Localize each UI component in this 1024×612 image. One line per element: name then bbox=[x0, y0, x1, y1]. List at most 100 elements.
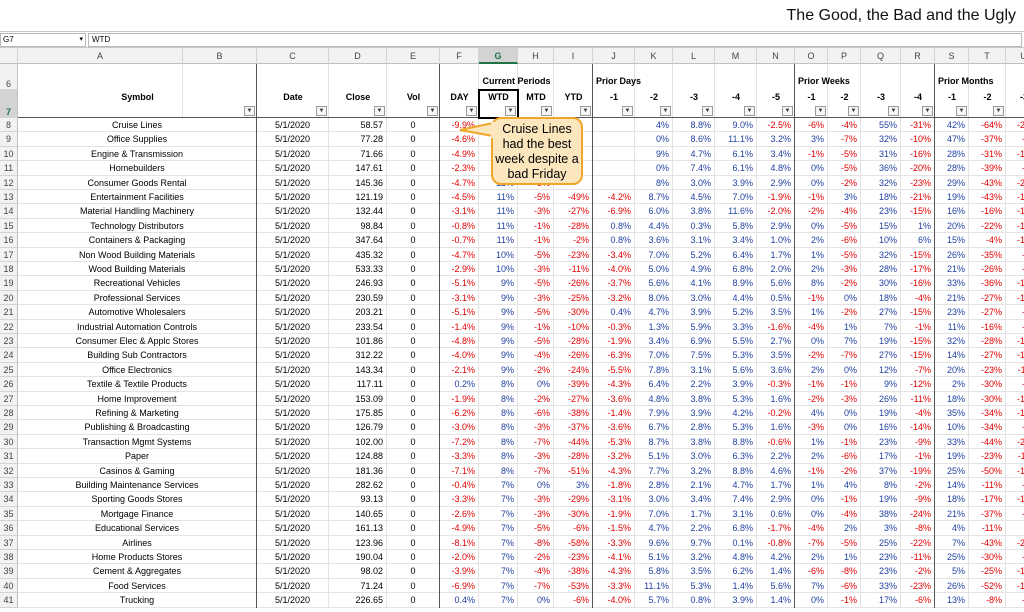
table-cell[interactable]: -5% bbox=[828, 218, 861, 234]
table-cell[interactable]: 28% bbox=[935, 146, 969, 162]
table-cell[interactable]: -6.9% bbox=[440, 578, 479, 594]
column-header-n[interactable]: N bbox=[757, 48, 795, 64]
table-cell[interactable]: -1.9% bbox=[593, 506, 635, 522]
table-cell[interactable]: 6.3% bbox=[715, 449, 757, 464]
table-cell[interactable]: 3.4% bbox=[635, 334, 673, 349]
table-cell[interactable]: -10% bbox=[1006, 334, 1024, 349]
row-header[interactable]: 29 bbox=[0, 420, 18, 435]
table-cell[interactable]: 3.0% bbox=[673, 290, 715, 306]
table-cell[interactable]: 8% bbox=[861, 478, 901, 493]
table-cell[interactable]: -64% bbox=[969, 118, 1006, 133]
symbol-cell[interactable]: Publishing & Broadcasting bbox=[18, 420, 257, 435]
row-header[interactable]: 20 bbox=[0, 290, 18, 306]
table-cell[interactable]: 203.21 bbox=[329, 305, 387, 320]
table-cell[interactable]: -43% bbox=[969, 175, 1006, 190]
table-cell[interactable]: 32% bbox=[861, 247, 901, 262]
table-cell[interactable]: 7.0% bbox=[635, 247, 673, 262]
table-cell[interactable]: 5/1/2020 bbox=[257, 118, 329, 133]
table-cell[interactable]: -39% bbox=[554, 377, 593, 392]
table-cell[interactable]: -6% bbox=[554, 521, 593, 536]
table-cell[interactable]: 16% bbox=[935, 204, 969, 219]
table-cell[interactable]: 8.7% bbox=[635, 434, 673, 450]
table-cell[interactable]: -4% bbox=[518, 564, 554, 579]
table-cell[interactable]: 11% bbox=[935, 319, 969, 334]
symbol-cell[interactable]: Educational Services bbox=[18, 521, 257, 536]
table-cell[interactable]: -12% bbox=[1006, 276, 1024, 291]
table-cell[interactable]: 1% bbox=[828, 319, 861, 334]
symbol-cell[interactable]: Refining & Marketing bbox=[18, 406, 257, 421]
table-cell[interactable]: 2.2% bbox=[757, 449, 795, 464]
table-cell[interactable]: 3% bbox=[795, 132, 828, 147]
table-cell[interactable]: 8% bbox=[479, 420, 518, 435]
table-cell[interactable]: -2.5% bbox=[757, 118, 795, 133]
name-box[interactable]: G7 ▾ bbox=[0, 33, 86, 47]
table-cell[interactable]: -22% bbox=[1006, 536, 1024, 550]
table-cell[interactable]: 161.13 bbox=[329, 521, 387, 536]
table-cell[interactable]: 2.2% bbox=[673, 521, 715, 536]
table-cell[interactable]: 8% bbox=[635, 175, 673, 190]
table-cell[interactable]: -7% bbox=[1006, 507, 1024, 522]
row-header[interactable]: 34 bbox=[0, 492, 18, 507]
table-cell[interactable]: 0 bbox=[387, 564, 440, 579]
table-cell[interactable]: -38% bbox=[554, 564, 593, 579]
table-cell[interactable]: -1.4% bbox=[593, 406, 635, 421]
symbol-cell[interactable]: Non Wood Building Materials bbox=[18, 247, 257, 262]
table-cell[interactable]: -1% bbox=[518, 233, 554, 248]
table-cell[interactable]: -4% bbox=[828, 506, 861, 522]
table-cell[interactable] bbox=[593, 175, 635, 190]
table-cell[interactable]: -7% bbox=[518, 578, 554, 594]
table-cell[interactable]: -6% bbox=[828, 578, 861, 594]
table-cell[interactable]: -1% bbox=[901, 319, 935, 334]
table-cell[interactable]: 0 bbox=[387, 578, 440, 594]
table-cell[interactable]: 9% bbox=[479, 290, 518, 306]
table-cell[interactable]: -58% bbox=[554, 535, 593, 550]
table-cell[interactable]: 5/1/2020 bbox=[257, 506, 329, 522]
table-cell[interactable]: 312.22 bbox=[329, 348, 387, 363]
table-cell[interactable]: 20% bbox=[935, 218, 969, 234]
table-cell[interactable]: 5.6% bbox=[715, 362, 757, 378]
filter-dropdown-pw1[interactable]: ▼ bbox=[815, 106, 826, 116]
row-header[interactable]: 31 bbox=[0, 449, 18, 464]
table-cell[interactable]: 0% bbox=[828, 420, 861, 435]
table-cell[interactable]: 5/1/2020 bbox=[257, 276, 329, 291]
table-cell[interactable]: 21% bbox=[935, 262, 969, 277]
table-cell[interactable]: 0.5% bbox=[757, 290, 795, 306]
table-cell[interactable]: 0% bbox=[795, 492, 828, 507]
table-cell[interactable]: 35% bbox=[935, 406, 969, 421]
table-cell[interactable]: 5.9% bbox=[673, 319, 715, 334]
table-cell[interactable]: 15% bbox=[935, 233, 969, 248]
symbol-cell[interactable]: Mortgage Finance bbox=[18, 506, 257, 522]
table-cell[interactable]: 1.7% bbox=[757, 247, 795, 262]
row-header[interactable]: 35 bbox=[0, 506, 18, 522]
table-cell[interactable]: -1% bbox=[795, 290, 828, 306]
table-cell[interactable]: 3.5% bbox=[673, 564, 715, 579]
table-cell[interactable]: 12% bbox=[861, 362, 901, 378]
table-cell[interactable]: 3.0% bbox=[673, 175, 715, 190]
table-cell[interactable]: -15% bbox=[901, 334, 935, 349]
table-cell[interactable]: 0 bbox=[387, 348, 440, 363]
table-cell[interactable]: 5/1/2020 bbox=[257, 406, 329, 421]
table-cell[interactable]: 5/1/2020 bbox=[257, 290, 329, 306]
table-cell[interactable]: -6% bbox=[554, 593, 593, 608]
table-cell[interactable]: -52% bbox=[969, 578, 1006, 594]
table-cell[interactable]: 101.86 bbox=[329, 334, 387, 349]
table-cell[interactable]: 25% bbox=[861, 535, 901, 550]
table-cell[interactable]: 58.57 bbox=[329, 118, 387, 133]
table-cell[interactable]: -30% bbox=[969, 391, 1006, 406]
table-cell[interactable]: 36% bbox=[861, 161, 901, 176]
table-cell[interactable]: 10% bbox=[935, 420, 969, 435]
table-cell[interactable]: 0% bbox=[795, 593, 828, 608]
symbol-cell[interactable]: Recreational Vehicles bbox=[18, 276, 257, 291]
table-cell[interactable]: 3.8% bbox=[673, 434, 715, 450]
table-cell[interactable]: -1% bbox=[828, 434, 861, 450]
table-cell[interactable]: 5% bbox=[935, 564, 969, 579]
symbol-cell[interactable]: Building Maintenance Services bbox=[18, 478, 257, 493]
table-cell[interactable]: 143.34 bbox=[329, 362, 387, 378]
table-cell[interactable]: 147.61 bbox=[329, 161, 387, 176]
table-cell[interactable]: 16% bbox=[861, 420, 901, 435]
table-cell[interactable]: 0 bbox=[387, 593, 440, 608]
symbol-cell[interactable]: Material Handling Machinery bbox=[18, 204, 257, 219]
symbol-cell[interactable]: Industrial Automation Controls bbox=[18, 319, 257, 334]
table-cell[interactable]: 0 bbox=[387, 521, 440, 536]
table-cell[interactable]: 7.4% bbox=[673, 161, 715, 176]
